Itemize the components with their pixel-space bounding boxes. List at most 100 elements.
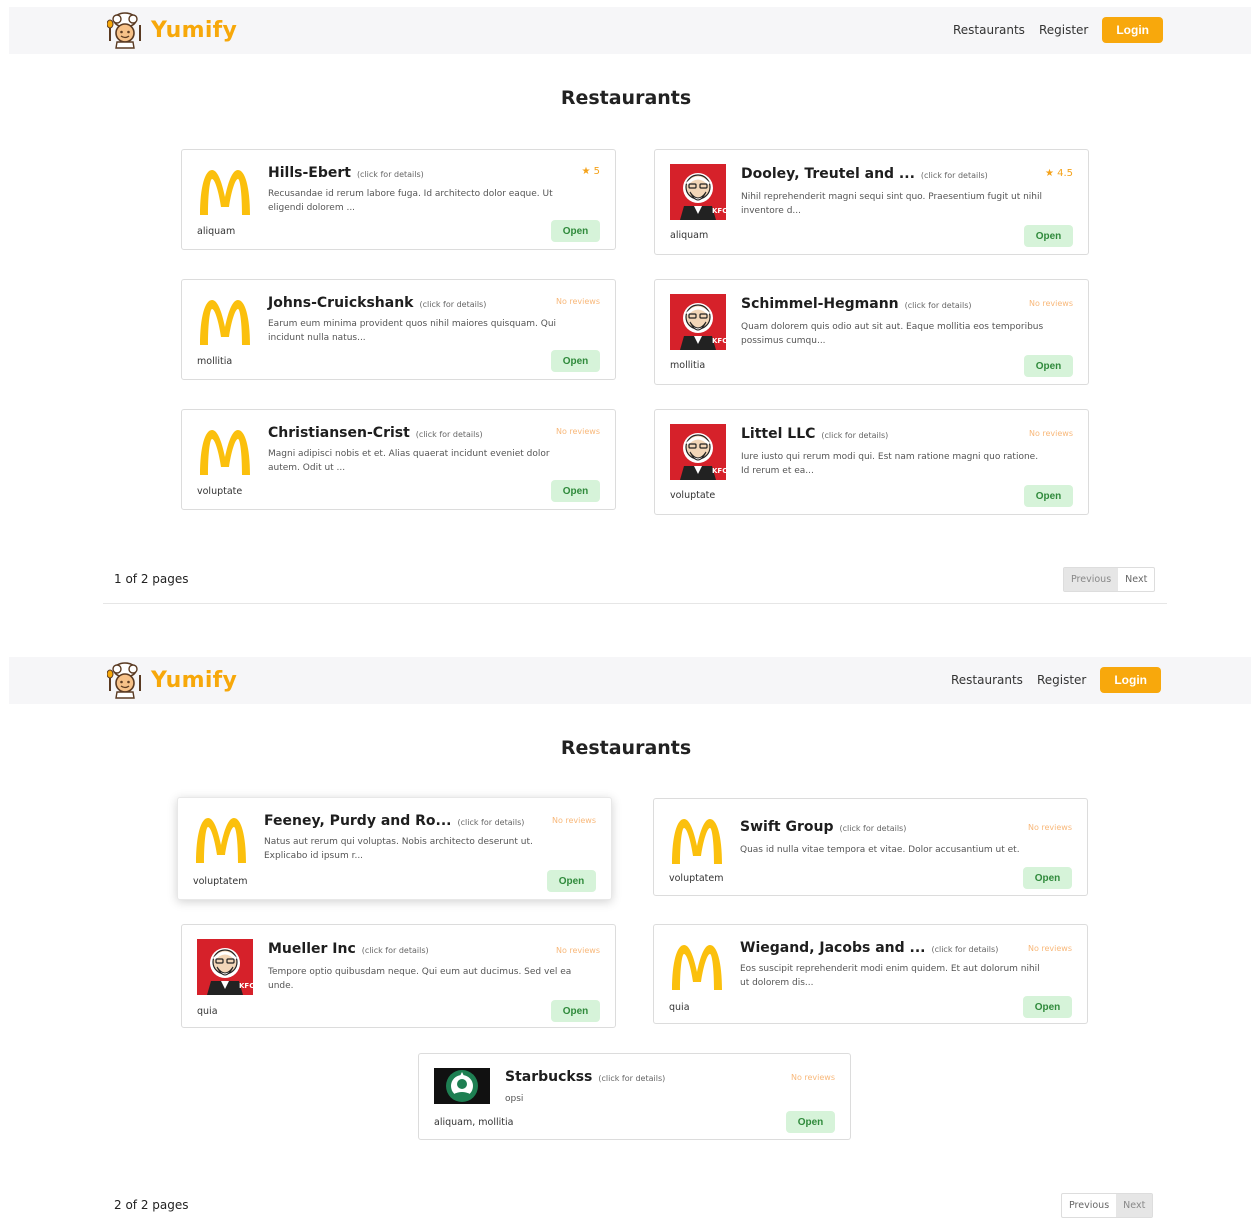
restaurant-description: Magni adipisci nobis et et. Alias quaera… [268,449,550,473]
open-status-badge[interactable]: Open [547,870,596,892]
restaurant-name[interactable]: Feeney, Purdy and Ro... (click for detail… [264,813,524,829]
restaurant-card[interactable]: Christiansen-Crist (click for details) No … [181,409,616,510]
login-button[interactable]: Login [1102,17,1163,43]
restaurant-categories: mollitia [670,360,706,371]
mcdonalds-logo [197,424,253,480]
rating: No reviews [1028,823,1072,832]
rating-value: No reviews [1027,823,1072,832]
details-hint: (click for details) [904,301,972,310]
rating-value: No reviews [1028,429,1073,438]
open-status-badge[interactable]: Open [1023,867,1072,889]
restaurant-name[interactable]: Johns-Cruickshank (click for details) [268,295,486,311]
open-status-badge[interactable]: Open [551,480,600,502]
open-status-badge[interactable]: Open [1023,996,1072,1018]
restaurant-categories: aliquam [197,226,236,237]
details-hint: (click for details) [821,431,889,440]
restaurant-description: opsi [505,1094,524,1104]
page-title: Restaurants [560,737,692,759]
restaurant-name[interactable]: Christiansen-Crist (click for details) [268,425,483,441]
rating: No reviews [556,297,600,306]
restaurant-categories: voluptatem [193,876,248,887]
nav-restaurants-link[interactable]: Restaurants [953,23,1025,37]
chef-mascot-icon [107,12,141,49]
svg-text:KFC: KFC [712,207,726,215]
open-status-badge[interactable]: Open [1024,485,1073,507]
restaurant-card[interactable]: KFC Dooley, Treutel and ... (click for det… [654,149,1089,255]
restaurant-categories: mollitia [197,356,233,367]
details-hint: (click for details) [920,171,988,180]
screen-page-1: Yumify Restaurants Register Login Restau… [0,0,1252,615]
restaurant-name-text: Wiegand, Jacobs and ... [740,940,926,956]
navbar: Yumify Restaurants Register Login [9,657,1251,704]
rating-value: No reviews [555,427,600,436]
open-status-badge[interactable]: Open [1024,355,1073,377]
restaurant-name[interactable]: Mueller Inc (click for details) [268,941,429,957]
kfc-logo: KFC [670,424,726,480]
restaurant-name[interactable]: Dooley, Treutel and ... (click for detail… [741,166,988,182]
restaurant-categories: aliquam [670,230,709,241]
restaurant-name-text: Mueller Inc [268,941,356,957]
page-title: Restaurants [560,87,692,109]
open-status-badge[interactable]: Open [551,220,600,242]
svg-text:KFC: KFC [712,337,726,345]
kfc-logo: KFC [197,939,253,995]
previous-button[interactable]: Previous [1064,568,1119,591]
next-button[interactable]: Next [1116,1194,1153,1217]
restaurant-card[interactable]: KFC Mueller Inc (click for details) No revi… [181,924,616,1028]
open-status-badge[interactable]: Open [551,1000,600,1022]
restaurant-name-text: Christiansen-Crist [268,425,410,441]
restaurant-card[interactable]: Starbuckss (click for details) No reviews o… [418,1053,851,1140]
restaurant-name-text: Littel LLC [741,426,816,442]
restaurant-card[interactable]: Wiegand, Jacobs and ... (click for detail… [653,924,1088,1024]
restaurant-card[interactable]: Hills-Ebert (click for details) ★ 5 Recusan… [181,149,616,250]
previous-button[interactable]: Previous [1062,1194,1116,1217]
restaurant-name-text: Feeney, Purdy and Ro... [264,813,452,829]
restaurant-description: Earum eum minima provident quos nihil ma… [268,319,557,343]
star-icon: ★ [581,166,591,177]
restaurant-name[interactable]: Hills-Ebert (click for details) [268,165,424,181]
restaurant-name[interactable]: Wiegand, Jacobs and ... (click for detail… [740,940,998,956]
mcdonalds-logo [193,812,249,868]
mcdonalds-logo [197,164,253,220]
next-button[interactable]: Next [1118,568,1154,591]
restaurant-name[interactable]: Schimmel-Hegmann (click for details) [741,296,972,312]
brand-name: Yumify [151,17,238,43]
restaurant-name-text: Dooley, Treutel and ... [741,166,915,182]
rating-value: No reviews [555,946,600,955]
mcdonalds-logo [197,294,253,350]
divider [103,603,1167,604]
nav-restaurants-link[interactable]: Restaurants [951,673,1023,687]
mcdonalds-logo [669,939,725,995]
restaurant-name[interactable]: Littel LLC (click for details) [741,426,888,442]
restaurant-card[interactable]: KFC Littel LLC (click for details) No revie… [654,409,1089,515]
restaurant-categories: aliquam, mollitia [434,1117,514,1128]
rating: ★ 5 [581,166,600,177]
login-button[interactable]: Login [1100,667,1161,693]
restaurant-name-text: Schimmel-Hegmann [741,296,899,312]
kfc-logo: KFC [670,294,726,350]
rating: No reviews [1029,299,1073,308]
brand-logo[interactable]: Yumify [107,660,237,700]
restaurant-card[interactable]: Swift Group (click for details) No reviews… [653,798,1088,896]
restaurant-name[interactable]: Starbuckss (click for details) [505,1069,665,1085]
svg-text:KFC: KFC [239,982,253,990]
pagination: Previous Next [1061,1193,1154,1218]
open-status-badge[interactable]: Open [786,1111,835,1133]
restaurant-card[interactable]: KFC Schimmel-Hegmann (click for details) No… [654,279,1089,385]
details-hint: (click for details) [361,946,429,955]
restaurant-name[interactable]: Swift Group (click for details) [740,819,906,835]
nav-register-link[interactable]: Register [1037,673,1086,687]
restaurant-description: Iure iusto qui rerum modi qui. Est nam r… [741,452,1039,476]
restaurant-card[interactable]: Johns-Cruickshank (click for details) No r… [181,279,616,380]
brand-logo[interactable]: Yumify [107,10,237,50]
rating-value: 4.5 [1057,168,1073,179]
restaurant-name-text: Starbuckss [505,1069,593,1085]
restaurant-card[interactable]: Feeney, Purdy and Ro... (click for detail… [177,797,612,900]
restaurant-categories: voluptatem [669,873,724,884]
details-hint: (click for details) [598,1074,666,1083]
open-status-badge[interactable]: Open [1024,225,1073,247]
open-status-badge[interactable]: Open [551,350,600,372]
restaurant-description: Quam dolorem quis odio aut sit aut. Eaqu… [741,322,1044,346]
nav-register-link[interactable]: Register [1039,23,1088,37]
restaurant-categories: voluptate [670,490,716,501]
